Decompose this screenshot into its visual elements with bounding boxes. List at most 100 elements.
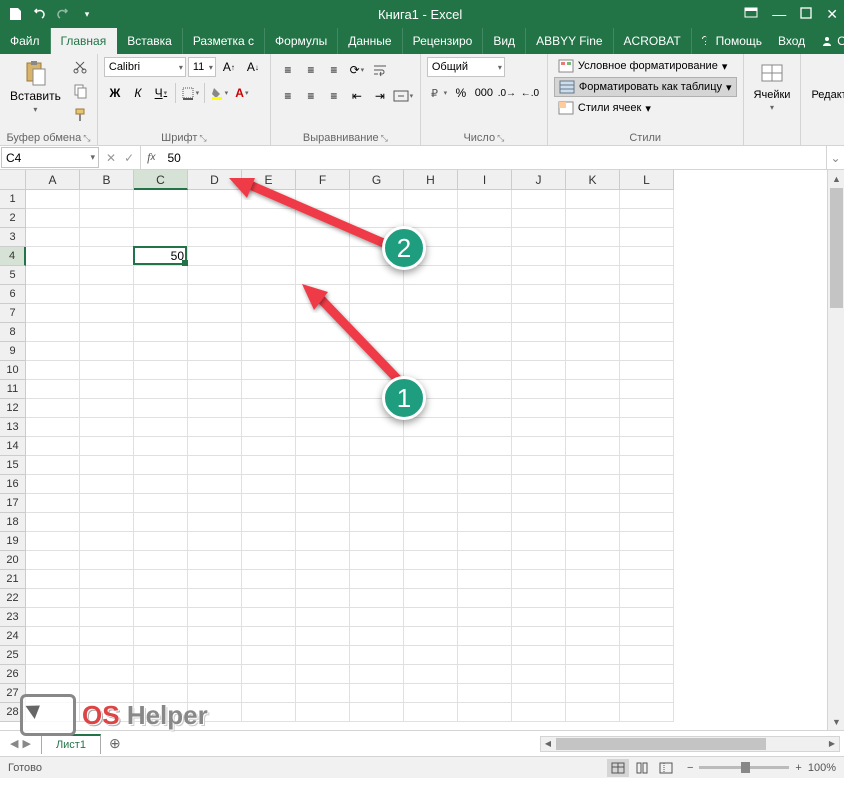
close-icon[interactable]: ✕ <box>826 6 838 23</box>
cell-I23[interactable] <box>458 608 512 627</box>
cell-C25[interactable] <box>134 646 188 665</box>
cell-B11[interactable] <box>80 380 134 399</box>
cell-I7[interactable] <box>458 304 512 323</box>
cell-I10[interactable] <box>458 361 512 380</box>
cell-E21[interactable] <box>242 570 296 589</box>
cell-A2[interactable] <box>26 209 80 228</box>
cell-D11[interactable] <box>188 380 242 399</box>
row-header-24[interactable]: 24 <box>0 627 26 646</box>
signin-link[interactable]: Вход <box>770 28 813 54</box>
cell-G9[interactable] <box>350 342 404 361</box>
bold-button[interactable]: Ж <box>104 83 126 103</box>
cell-K9[interactable] <box>566 342 620 361</box>
qat-customize-icon[interactable]: ▾ <box>78 5 96 23</box>
row-header-16[interactable]: 16 <box>0 475 26 494</box>
wrap-text-icon[interactable] <box>369 60 391 80</box>
align-bottom-icon[interactable]: ≡ <box>323 60 345 80</box>
cell-J27[interactable] <box>512 684 566 703</box>
cell-L4[interactable] <box>620 247 674 266</box>
row-header-10[interactable]: 10 <box>0 361 26 380</box>
cell-F14[interactable] <box>296 437 350 456</box>
cell-B9[interactable] <box>80 342 134 361</box>
cell-H24[interactable] <box>404 627 458 646</box>
row-header-15[interactable]: 15 <box>0 456 26 475</box>
cell-H18[interactable] <box>404 513 458 532</box>
cell-J28[interactable] <box>512 703 566 722</box>
cell-I5[interactable] <box>458 266 512 285</box>
cell-A15[interactable] <box>26 456 80 475</box>
cell-G20[interactable] <box>350 551 404 570</box>
cell-C3[interactable] <box>134 228 188 247</box>
cell-C10[interactable] <box>134 361 188 380</box>
cell-A8[interactable] <box>26 323 80 342</box>
cell-I14[interactable] <box>458 437 512 456</box>
row-header-5[interactable]: 5 <box>0 266 26 285</box>
cell-G5[interactable] <box>350 266 404 285</box>
cell-E15[interactable] <box>242 456 296 475</box>
cell-B8[interactable] <box>80 323 134 342</box>
cell-E28[interactable] <box>242 703 296 722</box>
cell-J19[interactable] <box>512 532 566 551</box>
cell-L15[interactable] <box>620 456 674 475</box>
cell-I26[interactable] <box>458 665 512 684</box>
col-header-D[interactable]: D <box>188 170 242 190</box>
cell-I20[interactable] <box>458 551 512 570</box>
cell-D14[interactable] <box>188 437 242 456</box>
cell-L9[interactable] <box>620 342 674 361</box>
decrease-indent-icon[interactable]: ⇤ <box>346 86 368 106</box>
cell-K28[interactable] <box>566 703 620 722</box>
cell-G8[interactable] <box>350 323 404 342</box>
col-header-I[interactable]: I <box>458 170 512 190</box>
cell-A24[interactable] <box>26 627 80 646</box>
cell-E10[interactable] <box>242 361 296 380</box>
cell-G6[interactable] <box>350 285 404 304</box>
cell-K4[interactable] <box>566 247 620 266</box>
cell-L5[interactable] <box>620 266 674 285</box>
cell-F25[interactable] <box>296 646 350 665</box>
cell-F12[interactable] <box>296 399 350 418</box>
cell-L17[interactable] <box>620 494 674 513</box>
cell-I17[interactable] <box>458 494 512 513</box>
row-header-9[interactable]: 9 <box>0 342 26 361</box>
cell-D18[interactable] <box>188 513 242 532</box>
redo-icon[interactable] <box>54 5 72 23</box>
cell-K22[interactable] <box>566 589 620 608</box>
cell-B18[interactable] <box>80 513 134 532</box>
cell-I16[interactable] <box>458 475 512 494</box>
col-header-G[interactable]: G <box>350 170 404 190</box>
align-top-icon[interactable]: ≡ <box>277 60 299 80</box>
cell-I11[interactable] <box>458 380 512 399</box>
cell-F22[interactable] <box>296 589 350 608</box>
clipboard-launcher[interactable]: ⤡ <box>83 133 90 144</box>
cell-J13[interactable] <box>512 418 566 437</box>
cell-G10[interactable] <box>350 361 404 380</box>
cell-J17[interactable] <box>512 494 566 513</box>
cell-F19[interactable] <box>296 532 350 551</box>
cell-K13[interactable] <box>566 418 620 437</box>
row-header-3[interactable]: 3 <box>0 228 26 247</box>
cell-E25[interactable] <box>242 646 296 665</box>
cell-G17[interactable] <box>350 494 404 513</box>
cell-F17[interactable] <box>296 494 350 513</box>
cell-E23[interactable] <box>242 608 296 627</box>
cell-B24[interactable] <box>80 627 134 646</box>
cell-C17[interactable] <box>134 494 188 513</box>
cell-I12[interactable] <box>458 399 512 418</box>
cell-B12[interactable] <box>80 399 134 418</box>
share-button[interactable]: Общий доступ <box>813 28 844 54</box>
cell-J10[interactable] <box>512 361 566 380</box>
cell-F16[interactable] <box>296 475 350 494</box>
col-header-L[interactable]: L <box>620 170 674 190</box>
scroll-thumb[interactable] <box>830 188 843 308</box>
cell-I21[interactable] <box>458 570 512 589</box>
cell-J15[interactable] <box>512 456 566 475</box>
font-color-icon[interactable]: A <box>231 83 253 103</box>
cell-E5[interactable] <box>242 266 296 285</box>
cell-G12[interactable] <box>350 399 404 418</box>
cell-G16[interactable] <box>350 475 404 494</box>
enter-formula-icon[interactable]: ✓ <box>124 151 134 165</box>
expand-formula-bar-icon[interactable]: ⌄ <box>826 146 844 169</box>
cell-I8[interactable] <box>458 323 512 342</box>
cell-B3[interactable] <box>80 228 134 247</box>
cell-D1[interactable] <box>188 190 242 209</box>
